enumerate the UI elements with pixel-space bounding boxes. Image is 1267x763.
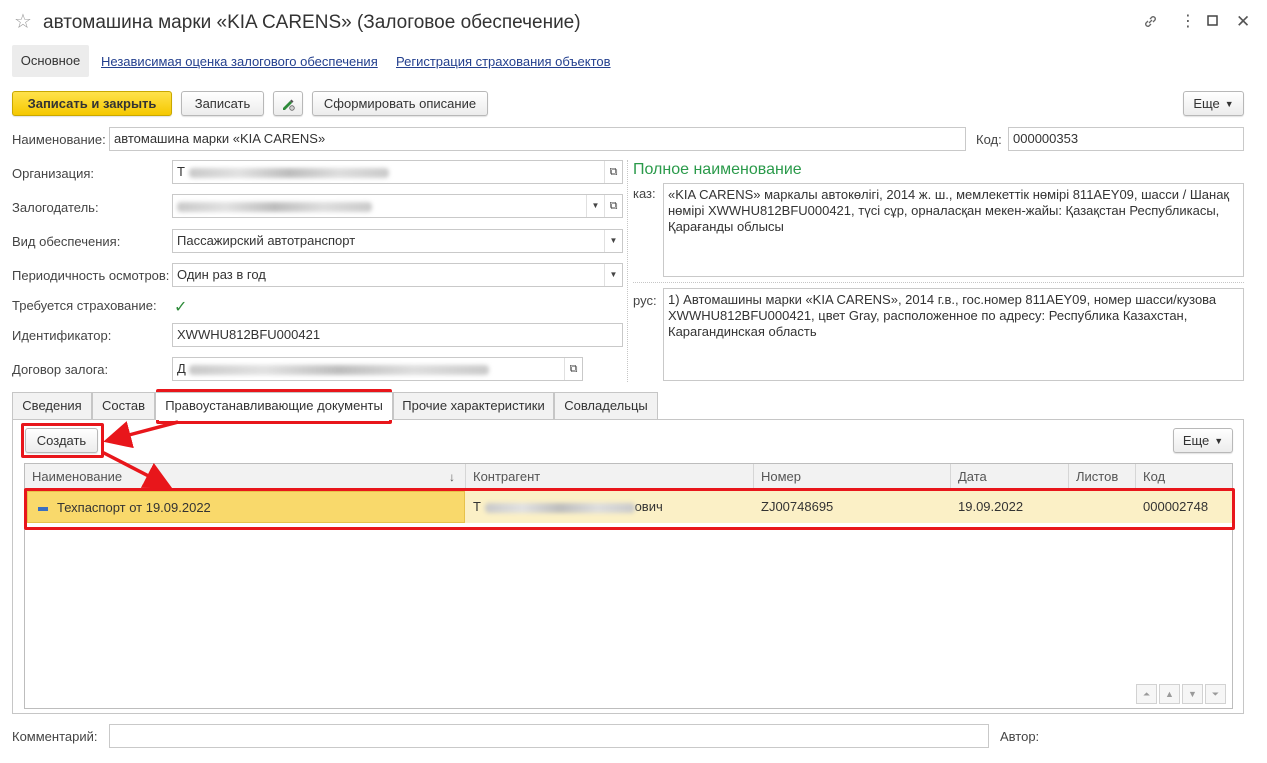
open-icon[interactable]: ⧉ [604, 161, 622, 183]
pledger-label: Залогодатель: [12, 200, 99, 215]
column-header-contractor[interactable]: Контрагент [466, 464, 754, 490]
insurance-required-label: Требуется страхование: [12, 298, 157, 313]
close-icon[interactable]: ✕ [1236, 13, 1250, 30]
annotation-box-create [21, 423, 104, 458]
author-label: Автор: [1000, 729, 1040, 744]
column-header-sheets[interactable]: Листов [1069, 464, 1136, 490]
scroll-up-icon[interactable]: ▲ [1159, 684, 1180, 704]
nav-main[interactable]: Основное [12, 45, 89, 77]
redacted-text [188, 167, 389, 178]
name-input[interactable]: автомашина марки «KIA CARENS» [109, 127, 966, 151]
edit-pen-button[interactable] [273, 91, 303, 116]
rus-label: рус: [633, 293, 657, 308]
column-header-name[interactable]: Наименование ↓ [25, 464, 466, 490]
pledge-contract-input[interactable]: Д ⧉ [172, 357, 583, 381]
column-header-number[interactable]: Номер [754, 464, 951, 490]
code-input[interactable]: 000000353 [1008, 127, 1244, 151]
more-button[interactable]: Еще ▼ [1183, 91, 1244, 116]
nav-link-insurance[interactable]: Регистрация страхования объектов [396, 54, 611, 69]
full-name-kaz-textarea[interactable]: «KIA CARENS» маркалы автокөлігі, 2014 ж.… [663, 183, 1244, 277]
full-name-rus-textarea[interactable]: 1) Автомашины марки «KIA CARENS», 2014 г… [663, 288, 1244, 381]
tab-composition[interactable]: Состав [92, 392, 155, 419]
tab-title-documents[interactable]: Правоустанавливающие документы [155, 392, 393, 420]
table-more-button[interactable]: Еще ▼ [1173, 428, 1233, 453]
tab-info[interactable]: Сведения [12, 392, 92, 419]
security-type-label: Вид обеспечения: [12, 234, 121, 249]
window-title: автомашина марки «KIA CARENS» (Залоговое… [43, 12, 581, 33]
organization-label: Организация: [12, 166, 95, 181]
table-scroll-controls: ⏶ ▲ ▼ ⏷ [1136, 684, 1228, 704]
chevron-down-icon[interactable]: ▼ [604, 264, 622, 286]
security-type-select[interactable]: Пассажирский автотранспорт ▼ [172, 229, 623, 253]
chevron-down-icon[interactable]: ▼ [604, 230, 622, 252]
full-name-title: Полное наименование [633, 161, 802, 178]
column-header-code[interactable]: Код [1136, 464, 1232, 490]
separator [627, 160, 628, 382]
tab-co-owners[interactable]: Совладельцы [554, 392, 658, 419]
organization-input[interactable]: Т ⧉ [172, 160, 623, 184]
open-icon[interactable]: ⧉ [604, 195, 622, 217]
nav-link-evaluation[interactable]: Независимая оценка залогового обеспечени… [101, 54, 378, 69]
redacted-text [189, 364, 490, 375]
comment-label: Комментарий: [12, 729, 98, 744]
separator [633, 282, 1244, 283]
save-button[interactable]: Записать [181, 91, 264, 116]
table-header: Наименование ↓ Контрагент Номер Дата Лис… [25, 464, 1232, 491]
pen-icon [283, 99, 295, 111]
open-icon[interactable]: ⧉ [564, 358, 582, 380]
save-and-close-button[interactable]: Записать и закрыть [12, 91, 172, 116]
scroll-down-icon[interactable]: ▼ [1182, 684, 1203, 704]
pledge-contract-label: Договор залога: [12, 362, 109, 377]
kaz-label: каз: [633, 186, 656, 201]
sort-arrow-icon: ↓ [449, 470, 455, 484]
more-icon[interactable]: ⋮ [1180, 14, 1196, 30]
tab-other-characteristics[interactable]: Прочие характеристики [393, 392, 554, 419]
name-label: Наименование: [12, 132, 106, 147]
scroll-first-icon[interactable]: ⏶ [1136, 684, 1157, 704]
maximize-icon[interactable] [1207, 14, 1218, 30]
annotation-box-row [24, 488, 1235, 530]
chevron-down-icon: ▼ [1214, 436, 1224, 446]
identifier-input[interactable]: XWWHU812BFU000421 [172, 323, 623, 347]
link-icon[interactable] [1143, 14, 1158, 33]
comment-input[interactable] [109, 724, 989, 748]
code-label: Код: [976, 132, 1002, 147]
insurance-checkbox-check-icon[interactable]: ✓ [174, 297, 187, 317]
title-bar: ☆ автомашина марки «KIA CARENS» (Залогов… [0, 0, 1267, 46]
chevron-down-icon[interactable]: ▼ [586, 195, 604, 217]
column-header-date[interactable]: Дата [951, 464, 1069, 490]
generate-description-button[interactable]: Сформировать описание [312, 91, 488, 116]
redacted-text [177, 201, 372, 212]
inspection-period-select[interactable]: Один раз в год ▼ [172, 263, 623, 287]
chevron-down-icon: ▼ [1224, 99, 1234, 109]
pledger-input[interactable]: ▼ ⧉ [172, 194, 623, 218]
identifier-label: Идентификатор: [12, 328, 112, 343]
favorite-star-icon[interactable]: ☆ [14, 12, 32, 32]
scroll-last-icon[interactable]: ⏷ [1205, 684, 1226, 704]
inspection-period-label: Периодичность осмотров: [12, 268, 170, 283]
